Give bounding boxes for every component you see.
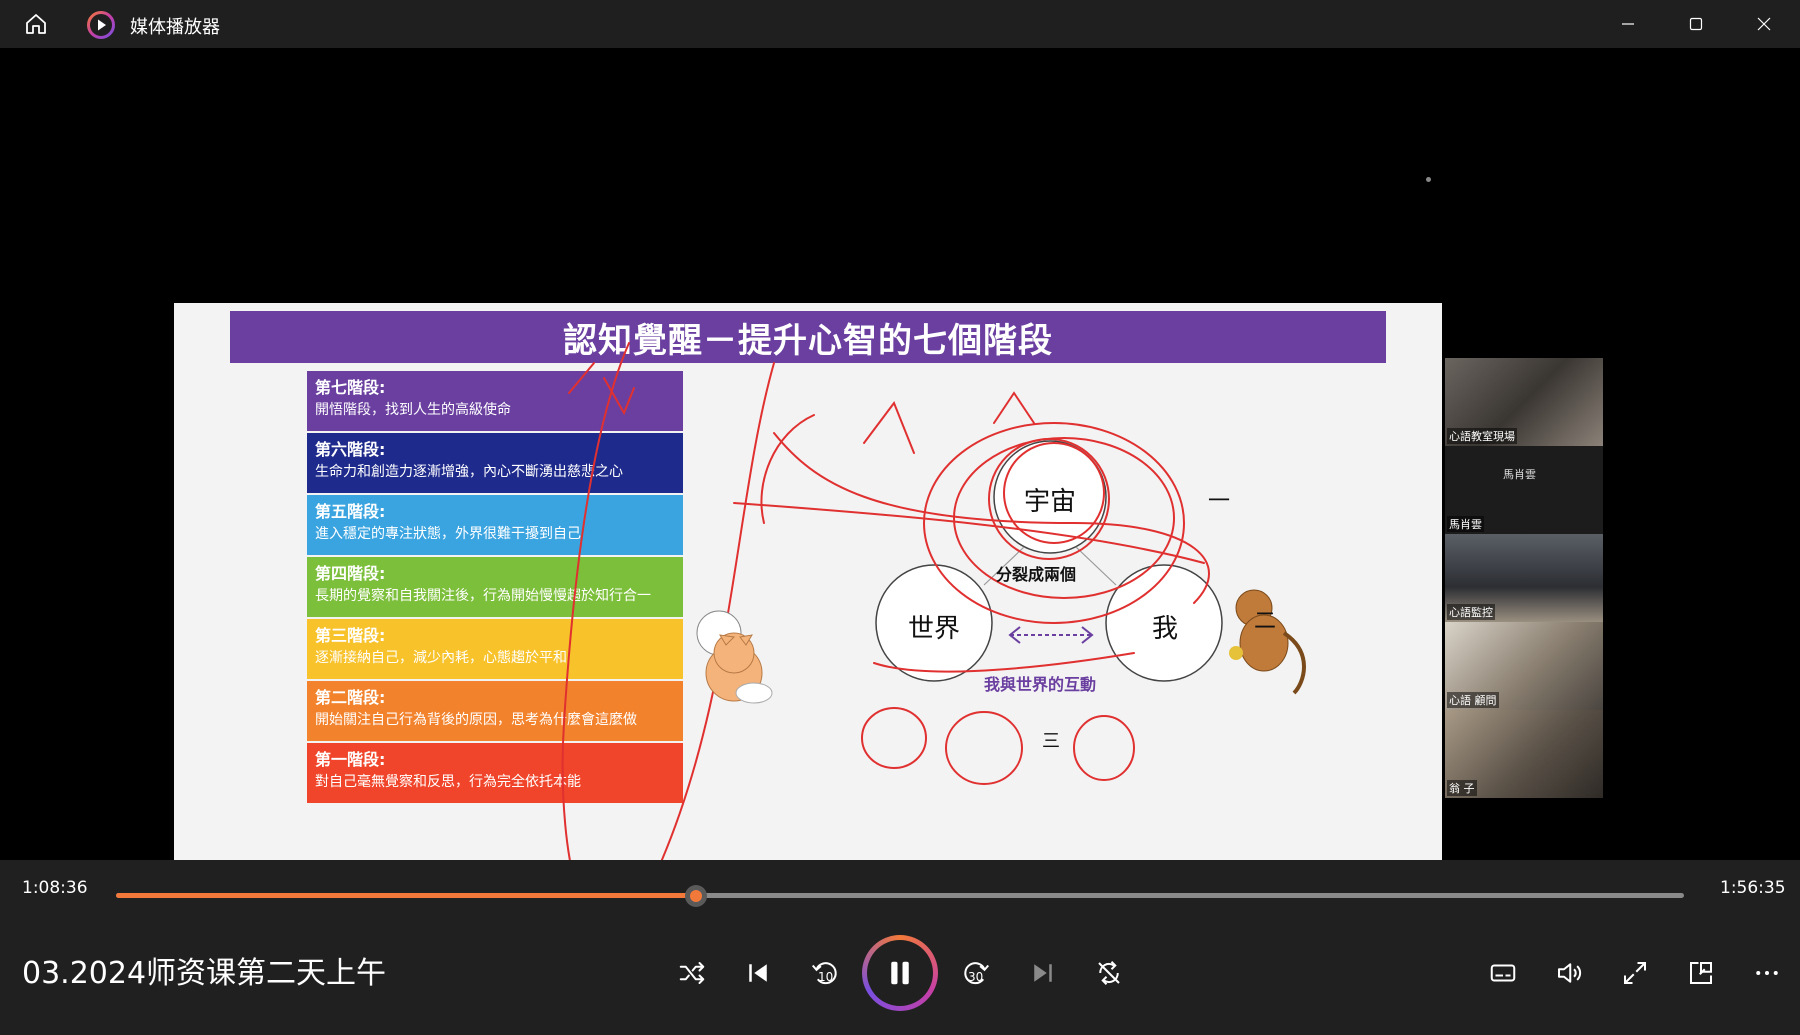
world-label: 世界 <box>908 614 961 644</box>
stage-description: 對自己毫無覺察和反思，行為完全依托本能 <box>315 774 581 790</box>
stage-box: 第四階段: 長期的覺察和自我關注後，行為開始慢慢趨於知行合一 <box>307 557 683 617</box>
media-player-logo-icon <box>87 11 115 39</box>
cat-illustration <box>696 610 773 704</box>
more-options-button[interactable] <box>1742 948 1792 998</box>
skip-forward-button[interactable]: 30 <box>952 948 1002 998</box>
close-icon <box>1757 17 1771 31</box>
media-title: 03.2024师资课第二天上午 <box>22 956 387 991</box>
stage-title: 第四階段: <box>315 564 386 583</box>
title-bar: 媒体播放器 <box>0 0 1800 48</box>
mark-one: 一 <box>1208 489 1231 514</box>
repeat-button[interactable] <box>1084 948 1134 998</box>
interaction-label: 我與世界的互動 <box>984 675 1097 694</box>
skip-back-button[interactable]: 10 <box>799 948 849 998</box>
maximize-button[interactable] <box>1662 0 1730 48</box>
participant-tile: 心語教室現場 <box>1445 358 1603 446</box>
fullscreen-button[interactable] <box>1610 948 1660 998</box>
shuffle-icon <box>679 962 705 984</box>
mini-player-button[interactable] <box>1676 948 1726 998</box>
seek-bar-handle[interactable] <box>685 885 708 907</box>
more-options-icon <box>1756 971 1778 975</box>
skip-forward-label: 30 <box>968 970 984 984</box>
participant-label: 翁 子 <box>1447 780 1477 796</box>
video-speck <box>1426 177 1431 182</box>
video-area[interactable]: 認知覺醒－提升心智的七個階段 第七階段: 開悟階段，找到人生的高級使命 第六階段: 生… <box>0 48 1800 860</box>
volume-icon <box>1558 963 1582 983</box>
split-label: 分裂成兩個 <box>996 565 1077 584</box>
participant-tile: 心語 顧問 <box>1445 622 1603 710</box>
participant-label: 心語 顧問 <box>1447 692 1499 708</box>
shuffle-button[interactable] <box>667 948 717 998</box>
presentation-slide: 認知覺醒－提升心智的七個階段 第七階段: 開悟階段，找到人生的高級使命 第六階段: 生… <box>174 303 1442 860</box>
captions-icon <box>1490 964 1516 982</box>
close-button[interactable] <box>1730 0 1798 48</box>
previous-icon <box>749 964 767 982</box>
window-title: 媒体播放器 <box>130 17 220 38</box>
pause-button-inner <box>867 940 933 1006</box>
stage-title: 第二階段: <box>315 688 386 707</box>
minimize-icon <box>1622 23 1634 25</box>
fullscreen-icon <box>1624 962 1646 984</box>
mark-three: 三 <box>1042 731 1060 752</box>
captions-button[interactable] <box>1478 948 1528 998</box>
skip-back-label: 10 <box>818 970 834 984</box>
participant-label: 心語教室現場 <box>1447 428 1517 444</box>
participant-tile: 翁 子 <box>1445 710 1603 798</box>
stage-description: 開始關注自己行為背後的原因，思考為什麼會這麼做 <box>315 712 637 728</box>
stage-box: 第三階段: 逐漸接納自己，減少內耗，心態趨於平和 <box>307 619 683 679</box>
stage-box: 第二階段: 開始關注自己行為背後的原因，思考為什麼會這麼做 <box>307 681 683 741</box>
participant-label: 心語監控 <box>1447 604 1495 620</box>
stage-title: 第一階段: <box>315 750 386 769</box>
participant-sidebar: 心語教室現場 馬肖雲 馬肖雲 心語監控 心語 顧問 翁 子 <box>1445 358 1603 798</box>
seek-bar[interactable] <box>116 885 1684 907</box>
participant-tile: 馬肖雲 馬肖雲 <box>1445 446 1603 534</box>
total-time: 1:56:35 <box>1720 878 1786 898</box>
volume-button[interactable] <box>1544 948 1594 998</box>
repeat-off-icon <box>1098 961 1120 985</box>
stage-description: 逐漸接納自己，減少內耗，心態趨於平和 <box>315 650 567 666</box>
stage-title: 第五階段: <box>315 502 386 521</box>
next-button[interactable] <box>1018 948 1068 998</box>
stage-description: 進入穩定的專注狀態，外界很難干擾到自己 <box>315 526 581 542</box>
stage-title: 第六階段: <box>315 440 386 459</box>
slide-title: 認知覺醒－提升心智的七個階段 <box>230 311 1386 363</box>
home-button[interactable] <box>18 9 54 39</box>
elapsed-time: 1:08:36 <box>22 878 88 898</box>
stage-box: 第一階段: 對自己毫無覺察和反思，行為完全依托本能 <box>307 743 683 803</box>
participant-name-tag: 馬肖雲 <box>1503 468 1536 481</box>
participant-tile: 心語監控 <box>1445 534 1603 622</box>
seek-bar-progress <box>116 893 697 898</box>
participant-label: 馬肖雲 <box>1447 516 1484 532</box>
next-icon <box>1034 964 1052 982</box>
stage-box: 第六階段: 生命力和創造力逐漸增強，內心不斷湧出慈悲之心 <box>307 433 683 493</box>
stage-description: 長期的覺察和自我關注後，行為開始慢慢趨於知行合一 <box>315 588 651 604</box>
mini-player-icon <box>1690 962 1712 984</box>
stage-description: 生命力和創造力逐漸增強，內心不斷湧出慈悲之心 <box>315 464 623 480</box>
home-icon <box>26 14 46 34</box>
stage-box: 第五階段: 進入穩定的專注狀態，外界很難干擾到自己 <box>307 495 683 555</box>
self-label: 我 <box>1152 614 1179 644</box>
stage-box: 第七階段: 開悟階段，找到人生的高級使命 <box>307 371 683 431</box>
stage-title: 第七階段: <box>315 378 386 397</box>
minimize-button[interactable] <box>1594 0 1662 48</box>
pause-button[interactable] <box>862 935 938 1011</box>
mark-two: 二 <box>1254 609 1277 634</box>
playback-controls: 1:08:36 1:56:35 03.2024师资课第二天上午 10 30 <box>0 860 1800 1035</box>
universe-label: 宇宙 <box>1024 487 1077 517</box>
stage-description: 開悟階段，找到人生的高級使命 <box>315 402 511 418</box>
previous-button[interactable] <box>733 948 783 998</box>
pause-icon <box>891 961 909 985</box>
stage-title: 第三階段: <box>315 626 386 645</box>
maximize-icon <box>1689 17 1703 31</box>
